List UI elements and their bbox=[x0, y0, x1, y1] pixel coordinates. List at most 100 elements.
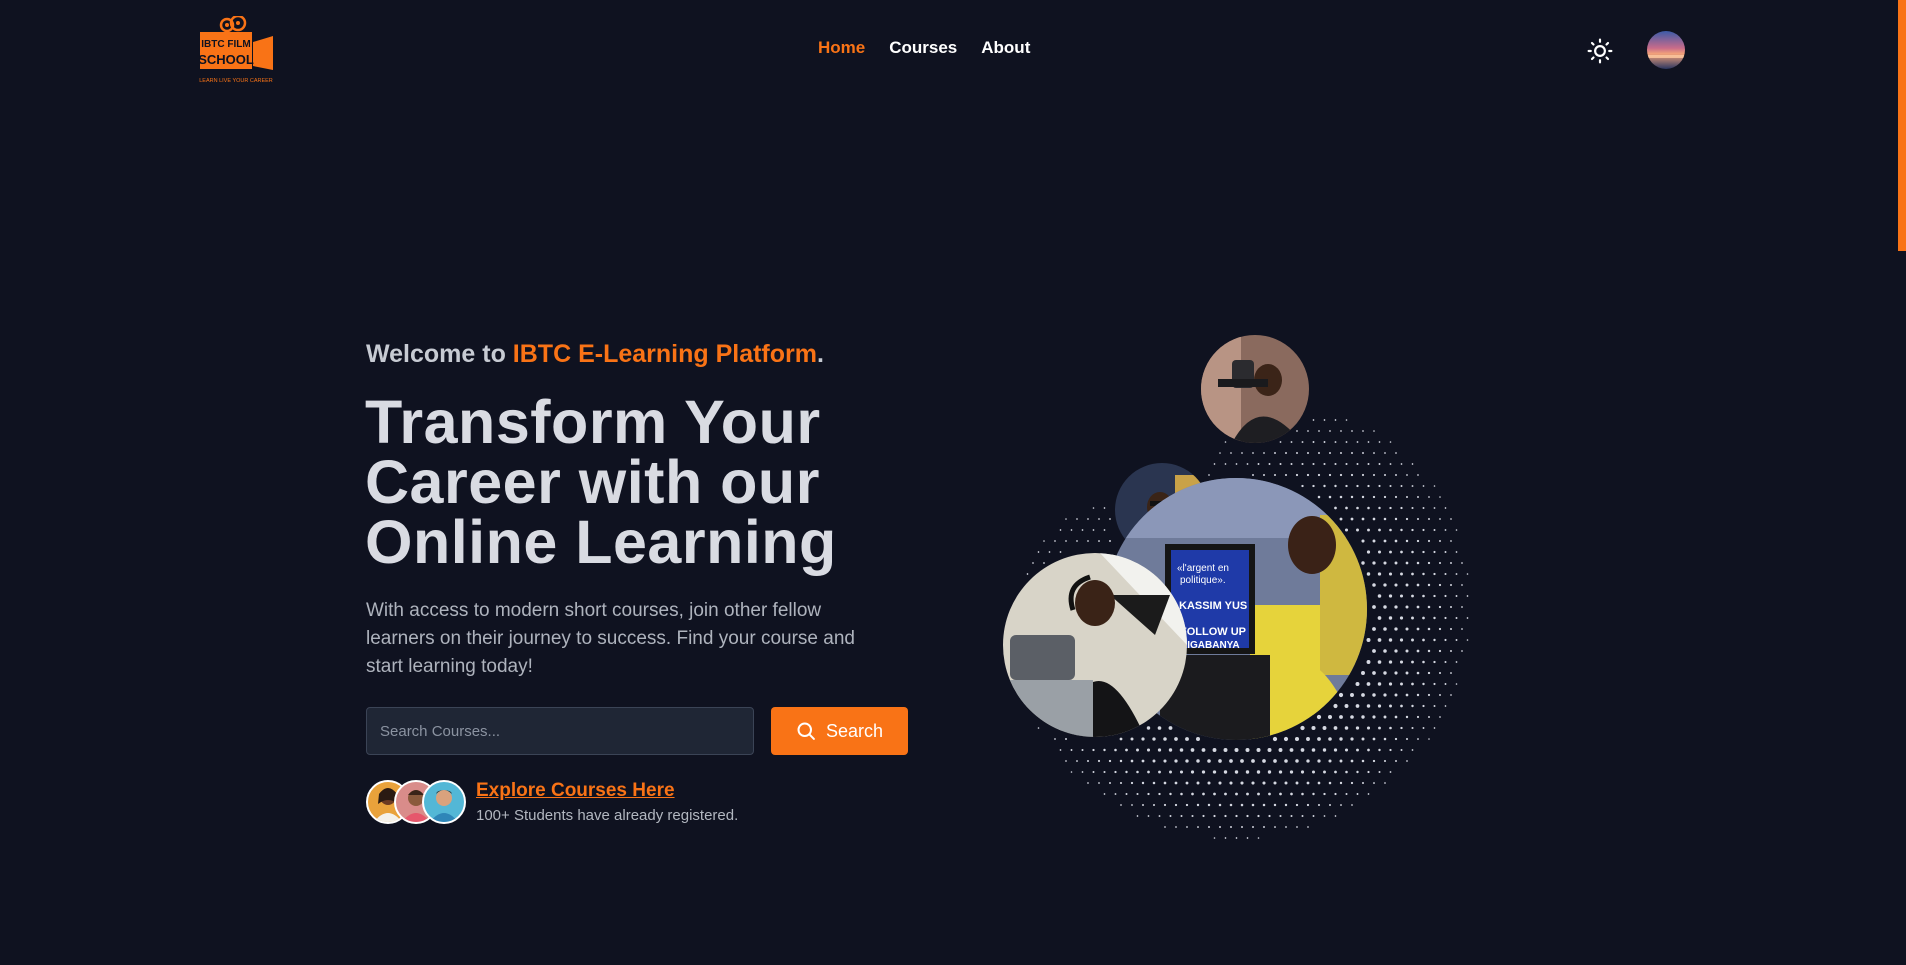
halftone-dot bbox=[1394, 495, 1398, 499]
halftone-dot bbox=[1152, 803, 1156, 807]
halftone-dot bbox=[1389, 528, 1392, 532]
halftone-dot bbox=[1256, 770, 1261, 774]
halftone-dot bbox=[1163, 781, 1167, 785]
halftone-dot bbox=[1405, 627, 1409, 631]
halftone-dot bbox=[1350, 715, 1354, 719]
halftone-dot bbox=[1334, 815, 1337, 817]
halftone-dot bbox=[1306, 737, 1310, 741]
top-navigation-bar: IBTC FILM SCHOOL LEARN LIVE YOUR CAREER … bbox=[0, 0, 1906, 100]
halftone-dot bbox=[1427, 583, 1431, 587]
halftone-dot bbox=[1351, 430, 1353, 432]
halftone-dot bbox=[1455, 529, 1458, 531]
halftone-dot bbox=[1235, 837, 1238, 839]
halftone-dot bbox=[1395, 452, 1397, 454]
halftone-dot bbox=[1301, 462, 1304, 466]
halftone-dot bbox=[1296, 452, 1298, 454]
halftone-dot bbox=[1334, 419, 1337, 421]
ibtc-film-school-logo[interactable]: IBTC FILM SCHOOL LEARN LIVE YOUR CAREER bbox=[199, 16, 275, 86]
halftone-dot bbox=[1422, 638, 1425, 642]
halftone-dot bbox=[1334, 792, 1337, 796]
halftone-dot bbox=[1377, 572, 1382, 576]
halftone-dot bbox=[1267, 770, 1272, 774]
halftone-dot bbox=[1444, 551, 1447, 553]
halftone-dot bbox=[1461, 650, 1463, 652]
halftone-dot bbox=[1411, 528, 1414, 532]
halftone-dot bbox=[1142, 804, 1144, 806]
halftone-dot bbox=[1174, 781, 1178, 785]
halftone-dot bbox=[1285, 826, 1287, 828]
halftone-dot bbox=[1383, 605, 1387, 609]
headline-line-3: Online Learning bbox=[365, 508, 837, 576]
halftone-dot bbox=[1394, 539, 1398, 543]
halftone-dot bbox=[1377, 704, 1382, 708]
halftone-dot bbox=[1323, 770, 1326, 774]
welcome-suffix: . bbox=[816, 340, 824, 368]
halftone-dot bbox=[1273, 803, 1277, 807]
halftone-dot bbox=[1466, 595, 1469, 597]
halftone-dot bbox=[1334, 770, 1337, 774]
halftone-dot bbox=[1081, 529, 1084, 531]
halftone-dot bbox=[1361, 495, 1365, 499]
halftone-dot bbox=[1422, 550, 1425, 554]
halftone-dot bbox=[1136, 770, 1139, 774]
halftone-dot bbox=[1065, 518, 1067, 520]
halftone-dot bbox=[1054, 738, 1056, 740]
user-avatar[interactable] bbox=[1647, 31, 1685, 69]
halftone-dot bbox=[1400, 485, 1403, 487]
halftone-dot bbox=[1383, 495, 1387, 499]
halftone-dot bbox=[1174, 803, 1178, 807]
halftone-dot bbox=[1273, 781, 1277, 785]
nav-home[interactable]: Home bbox=[818, 38, 865, 58]
search-button[interactable]: Search bbox=[771, 707, 908, 755]
halftone-dot bbox=[1340, 804, 1342, 806]
halftone-dot bbox=[1378, 771, 1381, 773]
halftone-dot bbox=[1444, 594, 1447, 598]
halftone-dot bbox=[1438, 583, 1442, 587]
halftone-dot bbox=[1433, 616, 1436, 620]
halftone-dot bbox=[1240, 781, 1244, 785]
sun-icon[interactable] bbox=[1587, 38, 1613, 64]
halftone-dot bbox=[1455, 551, 1458, 553]
halftone-dot bbox=[1185, 759, 1189, 763]
halftone-dot bbox=[1136, 815, 1139, 817]
halftone-dot bbox=[1416, 715, 1420, 719]
halftone-dot bbox=[1043, 540, 1045, 542]
halftone-dot bbox=[1461, 584, 1463, 586]
scrollbar-thumb[interactable] bbox=[1898, 0, 1906, 251]
halftone-dot bbox=[1241, 452, 1243, 454]
halftone-dot bbox=[1213, 837, 1216, 839]
halftone-dot bbox=[1147, 792, 1150, 796]
halftone-dot bbox=[1366, 726, 1371, 730]
nav-courses[interactable]: Courses bbox=[889, 38, 957, 58]
halftone-dot bbox=[1130, 781, 1134, 785]
halftone-dot bbox=[1251, 781, 1255, 785]
halftone-dot bbox=[1311, 748, 1316, 752]
halftone-dot bbox=[1316, 714, 1322, 720]
halftone-dot bbox=[1450, 650, 1452, 652]
halftone-dot bbox=[1405, 693, 1409, 697]
search-input[interactable] bbox=[366, 707, 754, 755]
halftone-dot bbox=[1318, 430, 1320, 432]
halftone-dot bbox=[1372, 759, 1376, 763]
halftone-dot bbox=[1152, 737, 1156, 741]
halftone-dot bbox=[1378, 463, 1381, 465]
halftone-dot bbox=[1367, 528, 1370, 532]
halftone-dot bbox=[1372, 473, 1376, 477]
halftone-dot bbox=[1289, 770, 1294, 774]
nav-about[interactable]: About bbox=[981, 38, 1030, 58]
halftone-dot bbox=[1449, 605, 1453, 609]
halftone-dot bbox=[1361, 539, 1365, 543]
halftone-dot bbox=[1312, 462, 1315, 466]
explore-courses-link[interactable]: Explore Courses Here bbox=[476, 780, 675, 802]
halftone-dot bbox=[1301, 815, 1304, 817]
halftone-dot bbox=[1098, 540, 1100, 542]
halftone-dot bbox=[1394, 671, 1398, 675]
halftone-dot bbox=[1185, 781, 1189, 785]
halftone-dot bbox=[1218, 759, 1222, 763]
halftone-dot bbox=[1450, 672, 1452, 674]
halftone-dot bbox=[1076, 760, 1078, 762]
halftone-dot bbox=[1224, 814, 1227, 818]
halftone-dot bbox=[1444, 660, 1447, 664]
halftone-dot bbox=[1290, 814, 1293, 818]
halftone-dot bbox=[1411, 638, 1414, 642]
